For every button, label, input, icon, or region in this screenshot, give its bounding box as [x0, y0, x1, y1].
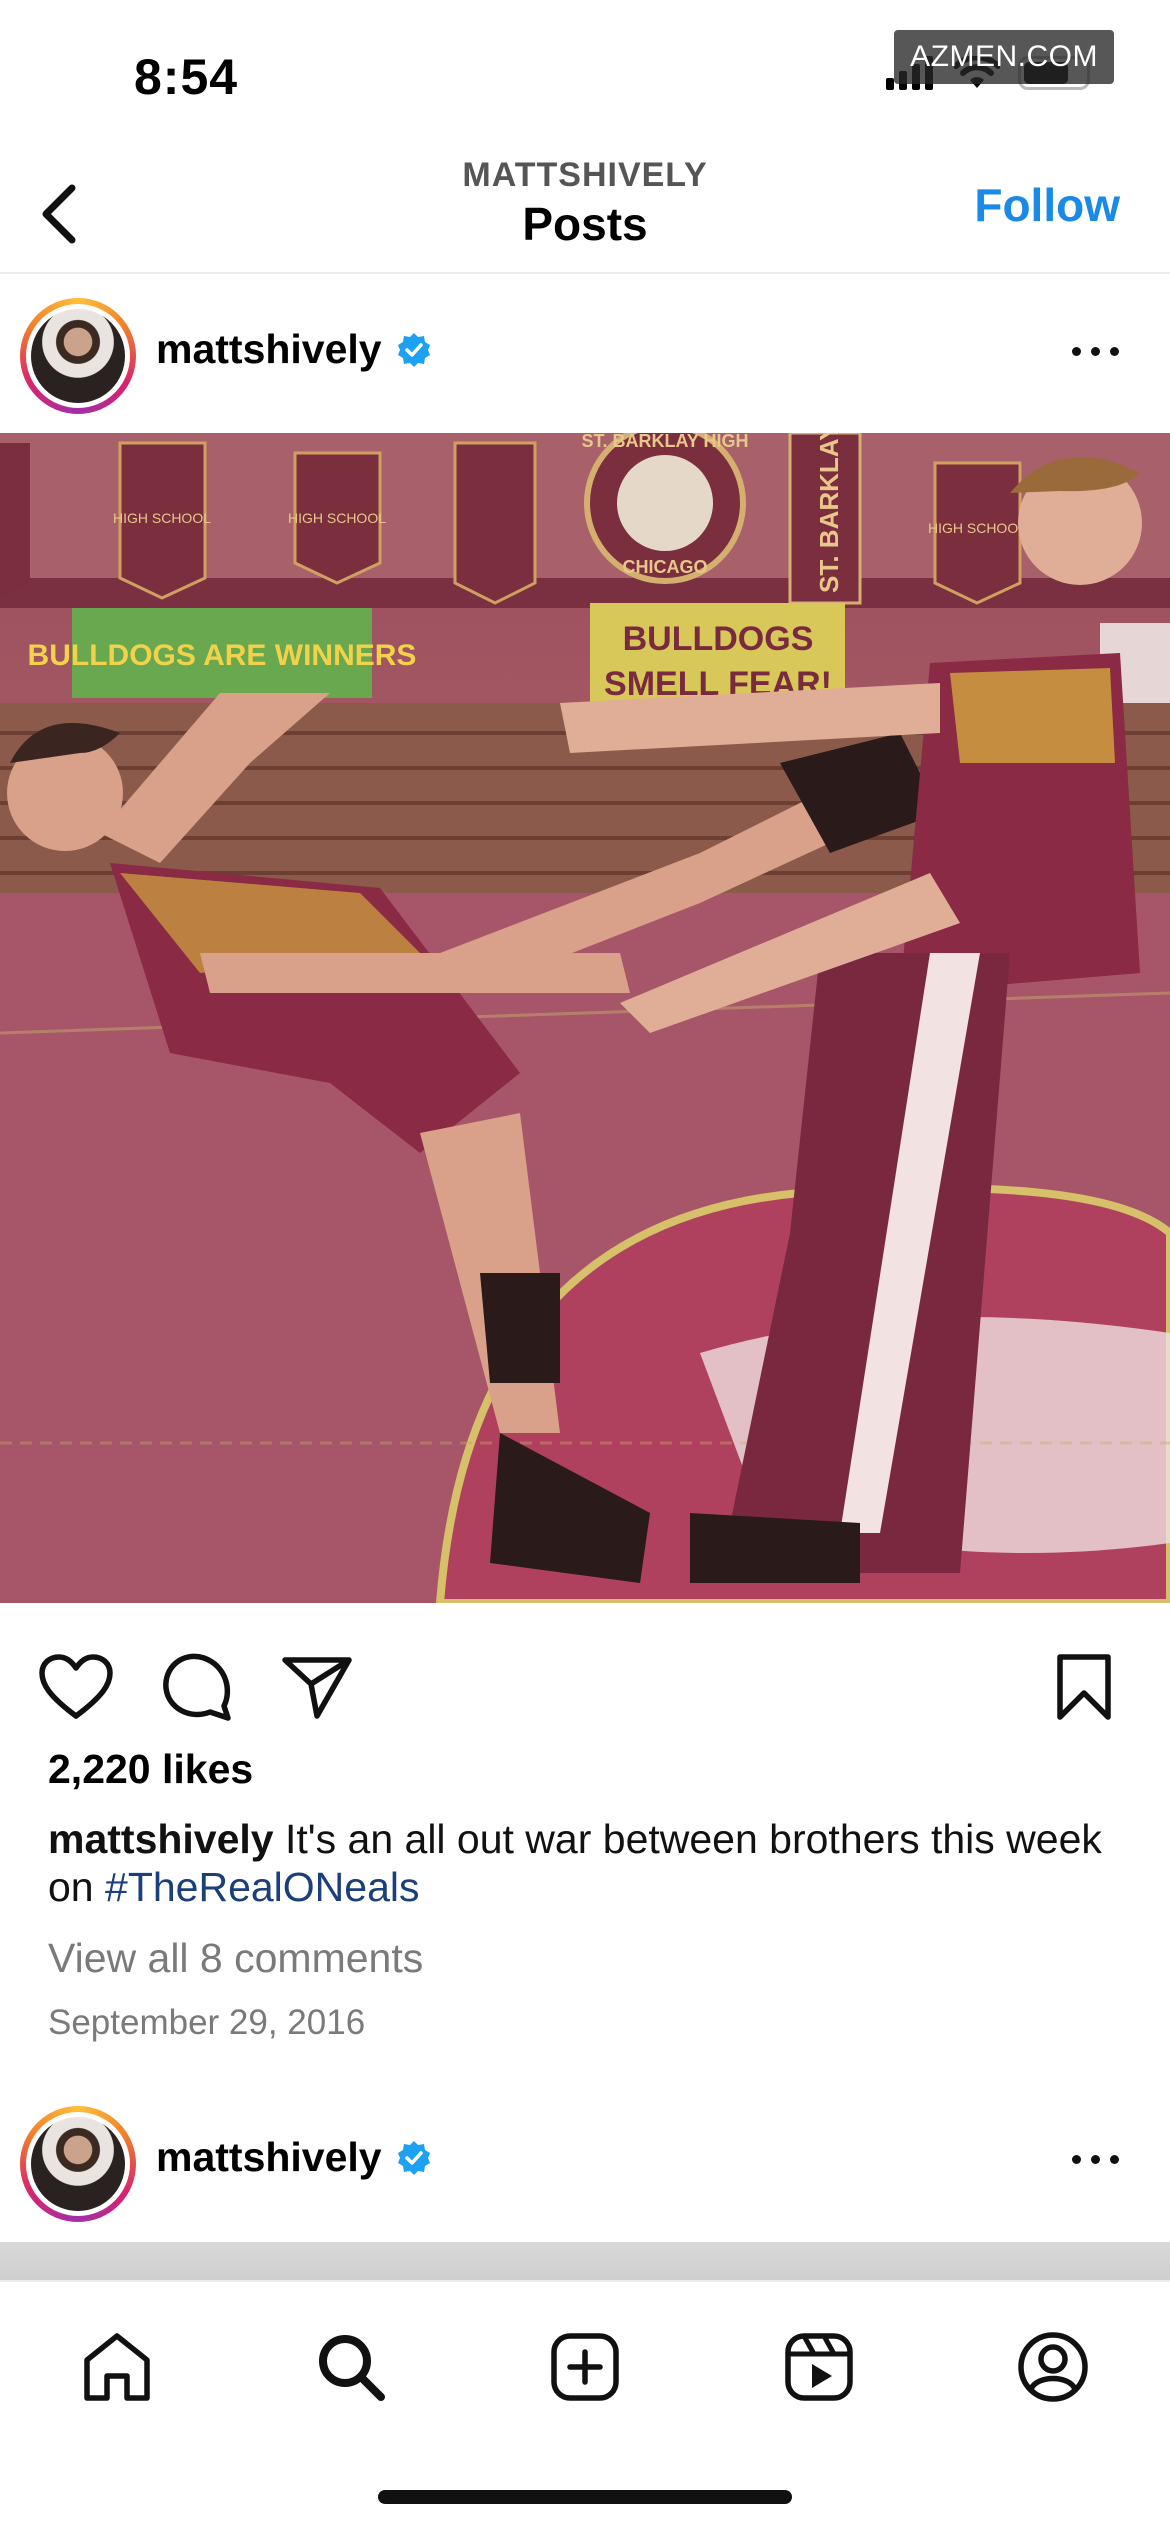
avatar[interactable]: [20, 298, 136, 414]
username-label: mattshively: [156, 326, 382, 372]
post-username[interactable]: mattshively: [156, 2134, 432, 2181]
heart-icon: [39, 1654, 113, 1719]
status-bar: 8:54 AZMEN.COM: [0, 0, 1170, 150]
like-button[interactable]: [34, 1645, 118, 1729]
verified-badge-icon: [397, 332, 430, 367]
paper-plane-icon: [282, 1657, 352, 1719]
post-header: mattshively: [0, 2082, 1170, 2242]
reels-icon: [785, 2333, 853, 2401]
home-indicator: [378, 2490, 792, 2504]
verified-badge-icon: [397, 2140, 430, 2175]
more-options-button[interactable]: [1060, 2144, 1130, 2174]
watermark: AZMEN.COM: [894, 30, 1114, 84]
nav-profile[interactable]: [1008, 2322, 1098, 2412]
nav-reels[interactable]: [774, 2322, 864, 2412]
nav-home[interactable]: [72, 2322, 162, 2412]
right-sign-text: ST. BARKLAY: [814, 433, 844, 593]
post-header: mattshively: [0, 274, 1170, 434]
post-caption: mattshively It's an all out war between …: [48, 1815, 1128, 1911]
avatar[interactable]: [20, 2106, 136, 2222]
post-actions: [0, 1625, 1170, 1735]
username-label: mattshively: [156, 2134, 382, 2180]
seal-top-text: ST. BARKLAY HIGH: [581, 433, 748, 451]
share-button[interactable]: [275, 1645, 359, 1729]
profile-icon: [1018, 2332, 1088, 2402]
post-date: September 29, 2016: [48, 2003, 366, 2042]
pennant-2-text: HIGH SCHOOL: [288, 510, 386, 526]
nav-search[interactable]: [306, 2322, 396, 2412]
post-image[interactable]: HIGH SCHOOL HIGH SCHOOL HIGH SCHOOL ST. …: [0, 433, 1170, 1603]
home-icon: [84, 2333, 150, 2401]
more-options-button[interactable]: [1060, 336, 1130, 366]
seal-bottom-text: CHICAGO: [623, 557, 708, 577]
bookmark-icon: [1057, 1654, 1111, 1720]
search-icon: [319, 2335, 385, 2401]
header: MATTSHIVELY Posts Follow: [0, 150, 1170, 274]
save-button[interactable]: [1042, 1645, 1126, 1729]
bottom-nav: [0, 2280, 1170, 2532]
likes-count[interactable]: 2,220 likes: [48, 1746, 253, 1793]
banner-center-text-1: BULLDOGS: [623, 620, 814, 658]
post-username[interactable]: mattshively: [156, 326, 432, 373]
follow-button[interactable]: Follow: [974, 178, 1120, 232]
nav-create[interactable]: [540, 2322, 630, 2412]
status-time: 8:54: [134, 49, 239, 105]
view-comments-link[interactable]: View all 8 comments: [48, 1935, 423, 1982]
banner-left-text: BULLDOGS ARE WINNERS: [28, 639, 417, 672]
pennant-3-text: HIGH SCHOOL: [928, 520, 1026, 536]
plus-square-icon: [551, 2333, 619, 2401]
comment-button[interactable]: [155, 1645, 239, 1729]
post-photo: HIGH SCHOOL HIGH SCHOOL HIGH SCHOOL ST. …: [0, 433, 1170, 1603]
post-image[interactable]: [0, 2242, 1170, 2282]
caption-username[interactable]: mattshively: [48, 1816, 274, 1862]
comment-bubble-icon: [163, 1653, 231, 1721]
pennant-1-text: HIGH SCHOOL: [113, 510, 211, 526]
caption-hashtag[interactable]: #TheRealONeals: [105, 1864, 420, 1910]
